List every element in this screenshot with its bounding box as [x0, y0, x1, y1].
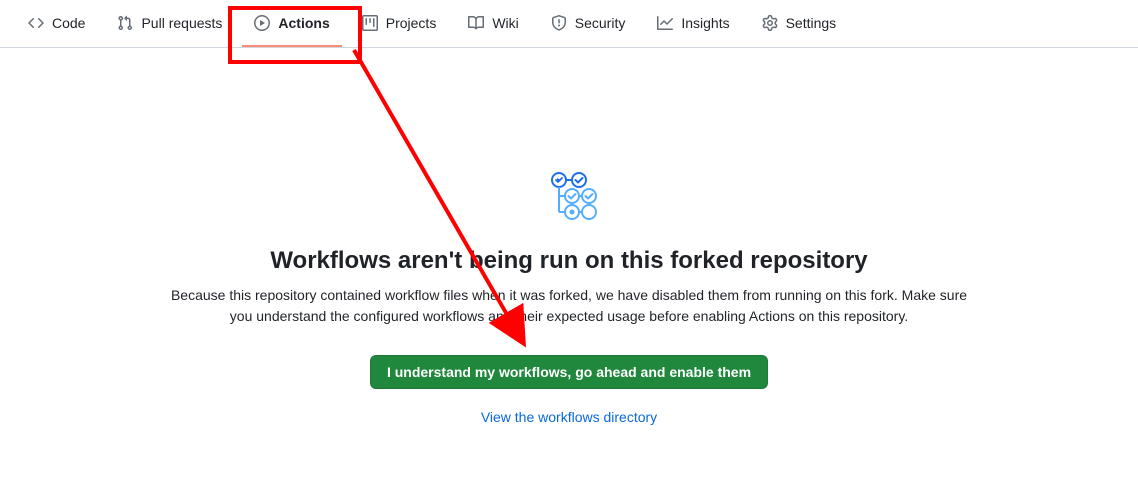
- workflow-illustration-icon: [541, 168, 597, 229]
- tab-settings-label: Settings: [786, 15, 837, 31]
- tab-pulls-label: Pull requests: [141, 15, 222, 31]
- tab-projects[interactable]: Projects: [350, 0, 449, 47]
- tab-settings[interactable]: Settings: [750, 0, 849, 47]
- tab-actions[interactable]: Actions: [242, 0, 341, 47]
- page-description: Because this repository contained workfl…: [159, 285, 979, 327]
- tab-pulls[interactable]: Pull requests: [105, 0, 234, 47]
- tab-wiki-label: Wiki: [492, 15, 518, 31]
- tab-wiki[interactable]: Wiki: [456, 0, 530, 47]
- tab-insights[interactable]: Insights: [645, 0, 741, 47]
- tab-code-label: Code: [52, 15, 85, 31]
- tab-security-label: Security: [575, 15, 626, 31]
- book-icon: [468, 15, 484, 31]
- main-content: Workflows aren't being run on this forke…: [0, 48, 1138, 425]
- tab-projects-label: Projects: [386, 15, 437, 31]
- tab-security[interactable]: Security: [539, 0, 638, 47]
- graph-icon: [657, 15, 673, 31]
- enable-workflows-button[interactable]: I understand my workflows, go ahead and …: [370, 355, 768, 389]
- view-workflows-link[interactable]: View the workflows directory: [481, 409, 657, 425]
- code-icon: [28, 15, 44, 31]
- gear-icon: [762, 15, 778, 31]
- project-icon: [362, 15, 378, 31]
- tab-code[interactable]: Code: [16, 0, 97, 47]
- shield-icon: [551, 15, 567, 31]
- tab-insights-label: Insights: [681, 15, 729, 31]
- page-title: Workflows aren't being run on this forke…: [270, 247, 867, 275]
- tab-actions-label: Actions: [278, 15, 329, 31]
- pull-request-icon: [117, 15, 133, 31]
- play-circle-icon: [254, 15, 270, 31]
- repo-tabnav: Code Pull requests Actions Projects Wiki…: [0, 0, 1138, 48]
